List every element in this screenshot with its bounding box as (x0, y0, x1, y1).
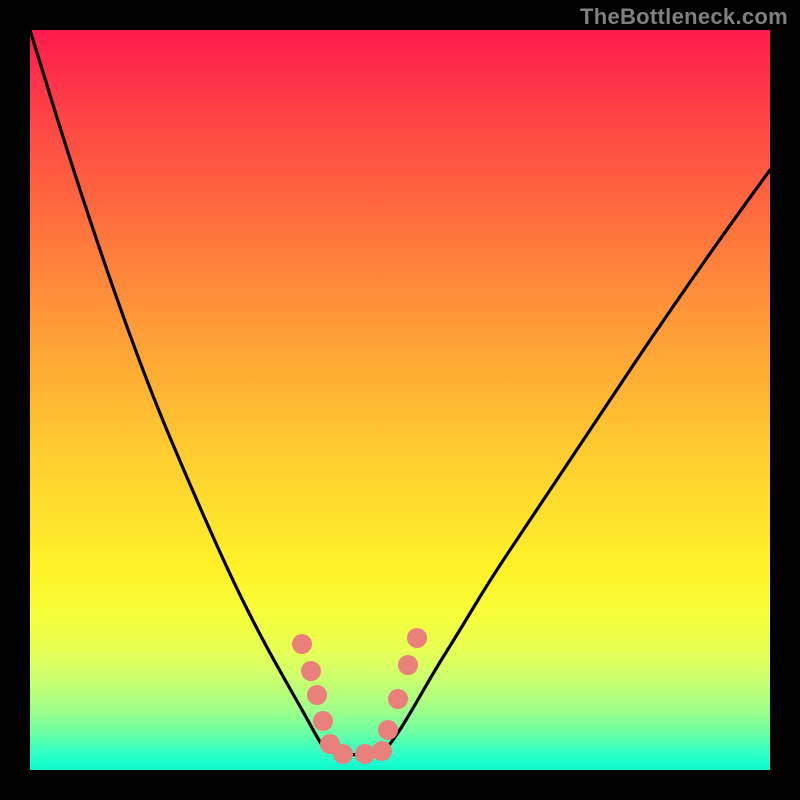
marker-dot (333, 744, 353, 764)
marker-dot (307, 685, 327, 705)
plot-area (30, 30, 770, 770)
marker-dot (292, 634, 312, 654)
left-curve (30, 30, 326, 751)
marker-dot (378, 720, 398, 740)
marker-dot (398, 655, 418, 675)
watermark-text: TheBottleneck.com (580, 4, 788, 30)
right-curve (384, 170, 770, 752)
marker-dot (313, 711, 333, 731)
marker-dot (301, 661, 321, 681)
marker-dot (388, 689, 408, 709)
marker-dot (372, 741, 392, 761)
curve-black (30, 30, 770, 755)
marker-dots (292, 628, 427, 764)
marker-dot (407, 628, 427, 648)
marker-dot (355, 744, 375, 764)
chart-frame: TheBottleneck.com (0, 0, 800, 800)
plot-svg (30, 30, 770, 770)
